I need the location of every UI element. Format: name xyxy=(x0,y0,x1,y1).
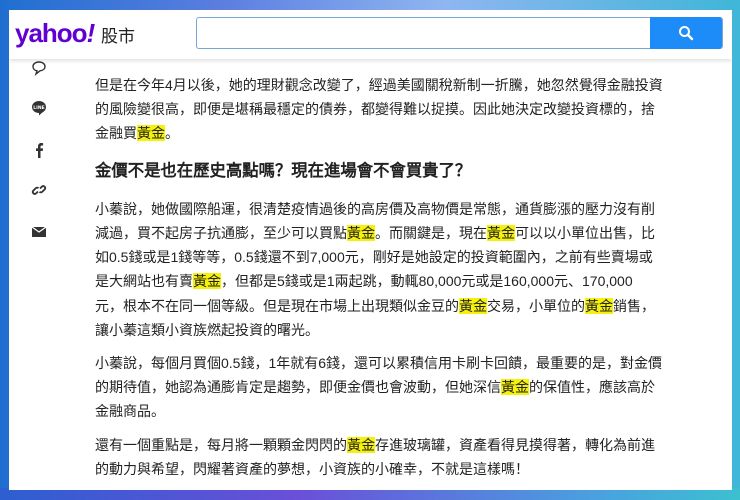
facebook-icon[interactable] xyxy=(27,138,51,162)
text-segment: 還有一個重點是，每月將一顆顆金閃閃的 xyxy=(95,436,347,453)
comment-icon[interactable] xyxy=(27,56,51,80)
article-paragraph: 小蓁說，她做國際船運，很清楚疫情過後的高房價及高物價是常態，通貨膨漲的壓力沒有削… xyxy=(95,197,655,342)
text-segment: 金價不是也在歷史高點嗎？現在進場會不會買貴了？ xyxy=(95,161,472,180)
search-icon xyxy=(679,26,694,41)
text-segment: 元，根本不在同一個等級。但是現在市場上出現類似金豆的 xyxy=(95,297,459,314)
text-line: 減過，買不起房子抗通膨，至少可以買點黃金。而關鍵是，現在黃金可以以小單位出售，比 xyxy=(95,221,655,245)
text-segment: ，但都是5錢或是1兩起跳，動輒80,000元或是160,000元、170,000 xyxy=(221,273,633,290)
highlighted-keyword: 黃金 xyxy=(137,125,165,142)
header: yahoo! 股市 xyxy=(9,10,732,59)
text-segment: 如0.5錢或是1錢等等，0.5錢還不到7,000元，剛好是她設定的投資範圍內，之… xyxy=(95,249,653,266)
text-line: 金融商品。 xyxy=(95,399,655,423)
text-segment: 的保值性，應該高於 xyxy=(529,379,655,396)
search-button[interactable] xyxy=(650,17,722,49)
highlighted-keyword: 黃金 xyxy=(585,297,613,314)
article-paragraph: 還有一個重點是，每月將一顆顆金閃閃的黃金存進玻璃罐，資產看得見摸得著，轉化為前進… xyxy=(95,433,655,481)
text-segment: 小蓁說，她做國際船運，很清楚疫情過後的高房價及高物價是常態，通貨膨漲的壓力沒有削 xyxy=(95,200,655,217)
text-segment: 讓小蓁這類小資族燃起投資的曙光。 xyxy=(95,321,319,338)
text-segment: 可以以小單位出售，比 xyxy=(515,225,655,242)
yahoo-logo[interactable]: yahoo! xyxy=(15,18,96,49)
text-line: 的期待值，她認為通膨肯定是趨勢，即便金價也會波動，但她深信黃金的保值性，應該高於 xyxy=(95,375,655,399)
svg-text:LINE: LINE xyxy=(33,105,44,111)
text-line: 的風險變很高，即便是堪稱最穩定的債券，都變得難以捉摸。因此她決定改變投資標的，捨 xyxy=(95,97,655,121)
text-line: 但是在今年4月以後，她的理財觀念改變了，經過美國關稅新制一折騰，她忽然覺得金融投… xyxy=(95,73,663,97)
article-body: 但是在今年4月以後，她的理財觀念改變了，經過美國關稅新制一折騰，她忽然覺得金融投… xyxy=(95,73,663,490)
text-segment: 的動力與希望，閃耀著資產的夢想，小資族的小確幸，不就是這樣嗎！ xyxy=(95,460,529,477)
text-segment: 小蓁說，每個月買個0.5錢，1年就有6錢，還可以累積信用卡刷卡回饋，最重要的是，… xyxy=(95,355,663,372)
text-line: 如0.5錢或是1錢等等，0.5錢還不到7,000元，剛好是她設定的投資範圍內，之… xyxy=(95,245,655,269)
text-segment: 。而關鍵是，現在 xyxy=(375,225,487,242)
text-segment: 的期待值，她認為通膨肯定是趨勢，即便金價也會波動，但她深信 xyxy=(95,379,501,396)
text-segment: 的風險變很高，即便是堪稱最穩定的債券，都變得難以捉摸。因此她決定改變投資標的，捨 xyxy=(95,101,655,118)
text-line: 還有一個重點是，每月將一顆顆金閃閃的黃金存進玻璃罐，資產看得見摸得著，轉化為前進 xyxy=(95,433,655,457)
line-icon[interactable]: LINE xyxy=(27,96,51,120)
text-segment: 銷售， xyxy=(613,297,655,314)
text-line: 金融買黃金。 xyxy=(95,121,655,145)
logo-bang: ! xyxy=(86,18,96,48)
text-segment: 減過，買不起房子抗通膨，至少可以買點 xyxy=(95,225,347,242)
highlighted-keyword: 黃金 xyxy=(487,225,515,242)
text-segment: 金融買 xyxy=(95,125,137,142)
text-line: 讓小蓁這類小資族燃起投資的曙光。 xyxy=(95,318,655,342)
highlighted-keyword: 黃金 xyxy=(193,273,221,290)
text-segment: 但是在今年4月以後，她的理財觀念改變了，經過美國關稅新制一折騰，她忽然覺得金融投… xyxy=(95,77,663,93)
text-line: 元，根本不在同一個等級。但是現在市場上出現類似金豆的黃金交易，小單位的黃金銷售， xyxy=(95,294,655,318)
highlighted-keyword: 黃金 xyxy=(501,379,529,396)
search-box xyxy=(196,17,723,49)
text-line: 小蓁說，每個月買個0.5錢，1年就有6錢，還可以累積信用卡刷卡回饋，最重要的是，… xyxy=(95,351,662,375)
text-segment: 交易，小單位的 xyxy=(487,297,585,314)
text-segment: 存進玻璃罐，資產看得見摸得著，轉化為前進 xyxy=(375,436,655,453)
logo-text: yahoo xyxy=(15,18,88,48)
text-segment: 。 xyxy=(165,125,179,142)
mail-icon[interactable] xyxy=(27,220,51,244)
text-line: 金價不是也在歷史高點嗎？現在進場會不會買貴了？ xyxy=(95,159,655,183)
text-line: 小蓁說，她做國際船運，很清楚疫情過後的高房價及高物價是常態，通貨膨漲的壓力沒有削 xyxy=(95,197,655,221)
link-icon[interactable] xyxy=(27,178,51,202)
text-segment: 金融商品。 xyxy=(95,403,165,420)
page-card: yahoo! 股市 LINE 但是在今年4月以後，她的理財觀念改變了，經過美國關… xyxy=(9,10,732,490)
text-line: 是大網站也有賣黃金，但都是5錢或是1兩起跳，動輒80,000元或是160,000… xyxy=(95,269,655,293)
article-subheading: 金價不是也在歷史高點嗎？現在進場會不會買貴了？ xyxy=(95,159,655,183)
article-paragraph: 小蓁說，每個月買個0.5錢，1年就有6錢，還可以累積信用卡刷卡回饋，最重要的是，… xyxy=(95,351,662,424)
search-input[interactable] xyxy=(197,18,647,48)
text-line: 的動力與希望，閃耀著資產的夢想，小資族的小確幸，不就是這樣嗎！ xyxy=(95,457,655,481)
highlighted-keyword: 黃金 xyxy=(347,225,375,242)
highlighted-keyword: 黃金 xyxy=(347,436,375,453)
section-title[interactable]: 股市 xyxy=(101,22,135,47)
highlighted-keyword: 黃金 xyxy=(459,297,487,314)
text-segment: 是大網站也有賣 xyxy=(95,273,193,290)
article-paragraph: 但是在今年4月以後，她的理財觀念改變了，經過美國關稅新制一折騰，她忽然覺得金融投… xyxy=(95,73,663,146)
